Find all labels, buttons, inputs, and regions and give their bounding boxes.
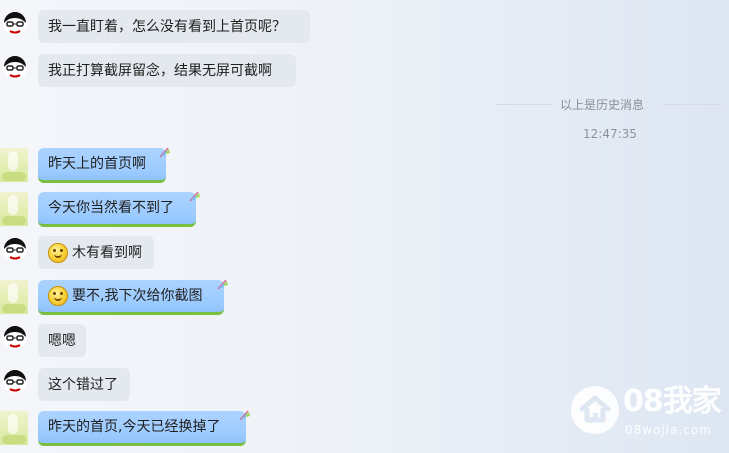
message-text: 木有看到啊 bbox=[72, 244, 142, 261]
feather-tag-icon bbox=[217, 279, 228, 290]
message-text: 我一直盯着，怎么没有看到上首页呢？ bbox=[48, 18, 286, 35]
message-timestamp: 12:47:35 bbox=[583, 127, 637, 141]
message-bubble: 今天你当然看不到了 bbox=[38, 192, 196, 227]
message-row: 昨天的首页,今天已经换掉了 bbox=[0, 410, 260, 451]
message-text: 我正打算截屏留念，结果无屏可截啊 bbox=[48, 62, 272, 79]
message-text: 要不,我下次给你截图 bbox=[72, 288, 203, 304]
photo-avatar-icon[interactable] bbox=[0, 192, 28, 226]
message-row: 我一直盯着，怎么没有看到上首页呢？ bbox=[0, 10, 320, 50]
message-text: 今天你当然看不到了 bbox=[48, 200, 174, 216]
watermark: 08我家 08wojia.com bbox=[569, 384, 722, 442]
cartoon-avatar-icon[interactable] bbox=[0, 368, 30, 398]
message-row: 这个错过了 bbox=[0, 368, 140, 408]
message-text: 昨天上的首页啊 bbox=[48, 156, 146, 172]
message-text: 昨天的首页,今天已经换掉了 bbox=[48, 419, 221, 435]
message-row: 昨天上的首页啊 bbox=[0, 147, 180, 188]
message-bubble: 要不,我下次给你截图 bbox=[38, 280, 224, 315]
history-label: 以上是历史消息 bbox=[560, 98, 645, 112]
photo-avatar-icon[interactable] bbox=[0, 411, 28, 445]
divider-line-left bbox=[496, 104, 552, 105]
feather-tag-icon bbox=[189, 191, 200, 202]
message-text: 嗯嗯 bbox=[48, 332, 76, 349]
cartoon-avatar-icon[interactable] bbox=[0, 54, 30, 84]
message-row: 木有看到啊 bbox=[0, 236, 160, 276]
message-row: 要不,我下次给你截图 bbox=[0, 279, 245, 320]
message-row: 嗯嗯 bbox=[0, 324, 110, 364]
cartoon-avatar-icon[interactable] bbox=[0, 324, 30, 354]
divider-line-right bbox=[663, 104, 721, 105]
message-bubble: 昨天上的首页啊 bbox=[38, 148, 166, 183]
message-bubble: 我正打算截屏留念，结果无屏可截啊 bbox=[38, 54, 296, 87]
chat-window: 我一直盯着，怎么没有看到上首页呢？ 我正打算截屏留念，结果无屏可截啊 以上是历史… bbox=[0, 0, 729, 453]
watermark-url: 08wojia.com bbox=[625, 423, 712, 437]
photo-avatar-icon[interactable] bbox=[0, 148, 28, 182]
cartoon-avatar-icon[interactable] bbox=[0, 10, 30, 40]
watermark-brand: 08我家 bbox=[623, 384, 722, 419]
message-bubble: 木有看到啊 bbox=[38, 236, 154, 269]
photo-avatar-icon[interactable] bbox=[0, 280, 28, 314]
cartoon-avatar-icon[interactable] bbox=[0, 236, 30, 266]
message-bubble: 我一直盯着，怎么没有看到上首页呢？ bbox=[38, 10, 310, 43]
laugh-emoji-icon bbox=[48, 286, 68, 306]
home-logo-icon bbox=[571, 386, 619, 434]
history-divider: 以上是历史消息 bbox=[496, 94, 721, 114]
message-text: 这个错过了 bbox=[48, 376, 118, 393]
message-bubble: 这个错过了 bbox=[38, 368, 130, 401]
feather-tag-icon bbox=[159, 147, 170, 158]
smile-emoji-icon bbox=[48, 242, 68, 263]
message-bubble: 嗯嗯 bbox=[38, 324, 86, 357]
message-row: 我正打算截屏留念，结果无屏可截啊 bbox=[0, 54, 320, 94]
message-bubble: 昨天的首页,今天已经换掉了 bbox=[38, 411, 246, 446]
message-row: 今天你当然看不到了 bbox=[0, 191, 215, 232]
feather-tag-icon bbox=[239, 410, 250, 421]
